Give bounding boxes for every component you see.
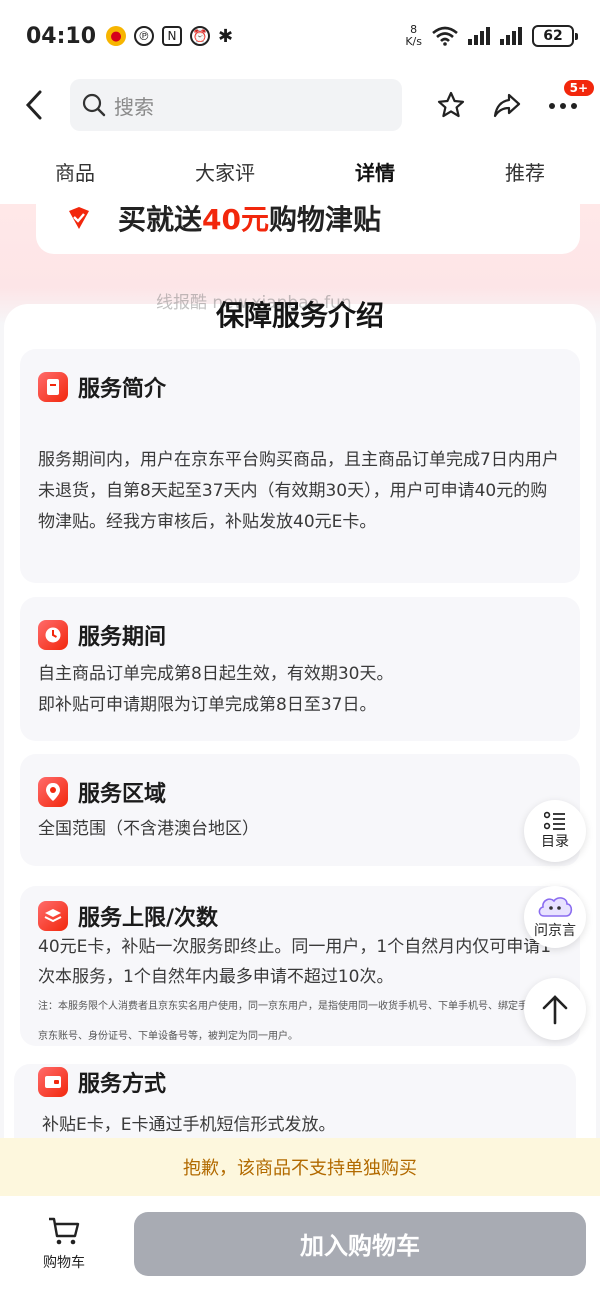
wifi-icon (432, 26, 458, 46)
weibo-icon: ● (106, 26, 127, 46)
header-actions: 5+ (436, 77, 596, 120)
list-icon (544, 811, 565, 830)
message-badge: 5+ (561, 77, 596, 98)
wallet-icon (38, 1067, 68, 1097)
tab-details[interactable]: 详情 (315, 157, 435, 186)
card-header: 服务简介 (38, 371, 562, 403)
alarm-icon: ⏰ (190, 26, 211, 46)
card-body: 服务期间内，用户在京东平台购买商品，且主商品订单完成7日内用户未退货，自第8天起… (38, 450, 559, 532)
card-title: 服务简介 (78, 377, 167, 402)
status-right: 8 K/s 62 (405, 23, 578, 48)
layers-icon (38, 901, 68, 931)
ask-assistant-button[interactable]: 问京言 (524, 886, 586, 948)
detail-content[interactable]: 买就送40元购物津贴 线报酷 new.xianbao.fun 保障服务介绍 服务… (0, 204, 600, 1138)
star-icon[interactable] (436, 90, 466, 120)
header: 搜索 5+ (0, 72, 600, 138)
back-button[interactable] (14, 85, 54, 125)
status-bar: 04:10 ● ℗ N ⏰ ✱ 8 K/s 62 (0, 0, 600, 72)
tab-bar: 商品 大家评 详情 推荐 (0, 138, 600, 204)
card-header: 服务期间 (38, 619, 562, 651)
network-speed: 8 K/s (405, 23, 422, 48)
clock-icon (38, 620, 68, 650)
tab-reviews[interactable]: 大家评 (165, 157, 285, 186)
cart-icon (49, 1217, 80, 1244)
share-icon[interactable] (492, 90, 522, 120)
back-to-top-button[interactable] (524, 978, 586, 1040)
notification-icons: ● ℗ N ⏰ ✱ (106, 26, 233, 47)
card-title: 服务方式 (78, 1072, 167, 1097)
toc-label: 目录 (541, 834, 569, 850)
more-button[interactable]: 5+ (548, 77, 596, 115)
card-title: 服务区域 (78, 782, 167, 807)
check-shield-icon (69, 207, 89, 229)
status-time: 04:10 (26, 23, 97, 49)
service-limit-card: 服务上限/次数 40元E卡，补贴一次服务即终止。同一用户，1个自然月内仅可申请1… (20, 886, 580, 1046)
card-header: 服务区域 (38, 776, 562, 808)
service-period-card: 服务期间 自主商品订单完成第8日起生效，有效期30天。 即补贴可申请期限为订单完… (20, 597, 580, 741)
app-notification-icon: ℗ (134, 26, 155, 46)
promo-card: 买就送40元购物津贴 (36, 204, 580, 254)
bottom-bar: 购物车 加入购物车 (0, 1196, 600, 1291)
document-icon (38, 372, 68, 402)
cart-tab[interactable]: 购物车 (14, 1216, 114, 1272)
promo-text: 买就送40元购物津贴 (118, 204, 381, 236)
card-body: 自主商品订单完成第8日起生效，有效期30天。 即补贴可申请期限为订单完成第8日至… (38, 664, 394, 715)
cart-label: 购物车 (43, 1254, 85, 1271)
tab-recommend[interactable]: 推荐 (465, 157, 585, 186)
card-note: 注：本服务限个人消费者且京东实名用户使用，同一京东用户，是指使用同一收货手机号、… (38, 1001, 558, 1042)
card-header: 服务上限/次数 (38, 900, 562, 932)
nfc-icon: N (162, 26, 183, 46)
card-body: 40元E卡，补贴一次服务即终止。同一用户，1个自然月内仅可申请1次本服务，1个自… (38, 937, 552, 987)
purchase-notice: 抱歉，该商品不支持单独购买 (0, 1138, 600, 1196)
arrow-up-icon (542, 995, 568, 1025)
card-body: 补贴E卡，E卡通过手机短信形式发放。 (42, 1115, 336, 1135)
more-dots-icon (549, 102, 577, 109)
toc-button[interactable]: 目录 (524, 800, 586, 862)
location-icon (38, 777, 68, 807)
section-title: 保障服务介绍 (215, 299, 384, 332)
bluetooth-icon: ✱ (218, 25, 234, 47)
chevron-left-icon (25, 90, 42, 120)
add-to-cart-button[interactable]: 加入购物车 (134, 1211, 586, 1276)
card-title: 服务上限/次数 (78, 906, 219, 931)
service-intro-card: 服务简介 服务期间内，用户在京东平台购买商品，且主商品订单完成7日内用户未退货，… (20, 349, 580, 583)
search-icon (82, 93, 106, 117)
card-body: 全国范围（不含港澳台地区） (38, 819, 259, 839)
search-placeholder: 搜索 (114, 94, 154, 119)
service-region-card: 服务区域 全国范围（不含港澳台地区） (20, 754, 580, 866)
signal-icon-2 (500, 27, 522, 45)
signal-icon (468, 27, 490, 45)
battery-icon: 62 (532, 25, 578, 47)
tab-product[interactable]: 商品 (15, 157, 135, 186)
assistant-cloud-icon (538, 897, 573, 917)
card-title: 服务期间 (78, 625, 167, 650)
search-input[interactable]: 搜索 (70, 79, 402, 131)
card-header: 服务方式 (38, 1066, 558, 1098)
ask-label: 问京言 (534, 923, 576, 939)
service-method-card: 服务方式 补贴E卡，E卡通过手机短信形式发放。 (14, 1064, 576, 1138)
